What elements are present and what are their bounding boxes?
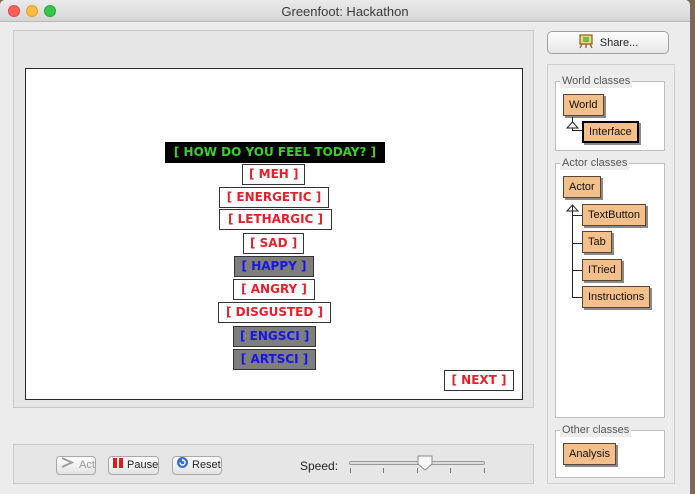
act-button[interactable]: Act [56, 456, 96, 475]
next-button[interactable]: [ NEXT ] [444, 370, 514, 391]
speed-tick [417, 468, 418, 473]
greenfoot-window: Greenfoot: Hackathon [ HOW DO YOU FEEL T… [0, 0, 690, 494]
class-actor[interactable]: Actor [563, 176, 601, 198]
reset-button[interactable]: Reset [172, 456, 222, 475]
class-world[interactable]: World [563, 94, 604, 116]
pause-label: Pause [127, 459, 159, 471]
inheritance-arrow-icon [565, 116, 580, 134]
reset-label: Reset [192, 459, 221, 471]
share-button[interactable]: Share... [547, 31, 669, 54]
mood-button-disgusted[interactable]: [ DISGUSTED ] [218, 302, 331, 323]
tree-connector [572, 215, 582, 216]
tree-connector [572, 206, 573, 298]
pause-icon [112, 457, 124, 475]
faculty-button-artsci[interactable]: [ ARTSCI ] [233, 349, 316, 370]
class-textbutton[interactable]: TextButton [582, 204, 646, 226]
class-instructions[interactable]: Instructions [582, 286, 651, 308]
class-itried[interactable]: ITried [582, 259, 622, 281]
mood-button-meh[interactable]: [ MEH ] [242, 164, 305, 185]
speed-slider-knob[interactable] [417, 455, 433, 471]
other-classes-title: Other classes [560, 423, 632, 437]
mood-button-happy[interactable]: [ HAPPY ] [234, 256, 314, 277]
speed-label: Speed: [300, 459, 339, 473]
class-tab[interactable]: Tab [582, 231, 612, 253]
mood-button-energetic[interactable]: [ ENERGETIC ] [219, 187, 329, 208]
world-classes-title: World classes [560, 74, 633, 88]
step-arrow-icon [60, 457, 76, 474]
mood-button-sad[interactable]: [ SAD ] [243, 233, 304, 254]
actor-classes-title: Actor classes [560, 156, 630, 170]
title-bar[interactable]: Greenfoot: Hackathon [0, 0, 690, 22]
speed-tick [484, 468, 485, 473]
speed-tick [350, 468, 351, 473]
tree-connector [572, 243, 582, 244]
faculty-button-engsci[interactable]: [ ENGSCI ] [233, 326, 316, 347]
mood-button-angry[interactable]: [ ANGRY ] [233, 279, 315, 300]
act-label: Act [79, 459, 95, 471]
class-interface[interactable]: Interface [582, 121, 639, 143]
tree-connector [572, 297, 582, 298]
pause-button[interactable]: Pause [108, 456, 159, 475]
mood-button-lethargic[interactable]: [ LETHARGIC ] [219, 209, 332, 230]
class-analysis[interactable]: Analysis [563, 443, 616, 465]
tree-connector [572, 270, 582, 271]
speed-tick [450, 468, 451, 473]
question-header: [ HOW DO YOU FEEL TODAY? ] [165, 142, 385, 163]
reset-icon [176, 456, 189, 475]
share-easel-icon [578, 33, 594, 52]
speed-tick [383, 468, 384, 473]
share-label: Share... [599, 36, 639, 49]
window-title: Greenfoot: Hackathon [281, 4, 409, 19]
